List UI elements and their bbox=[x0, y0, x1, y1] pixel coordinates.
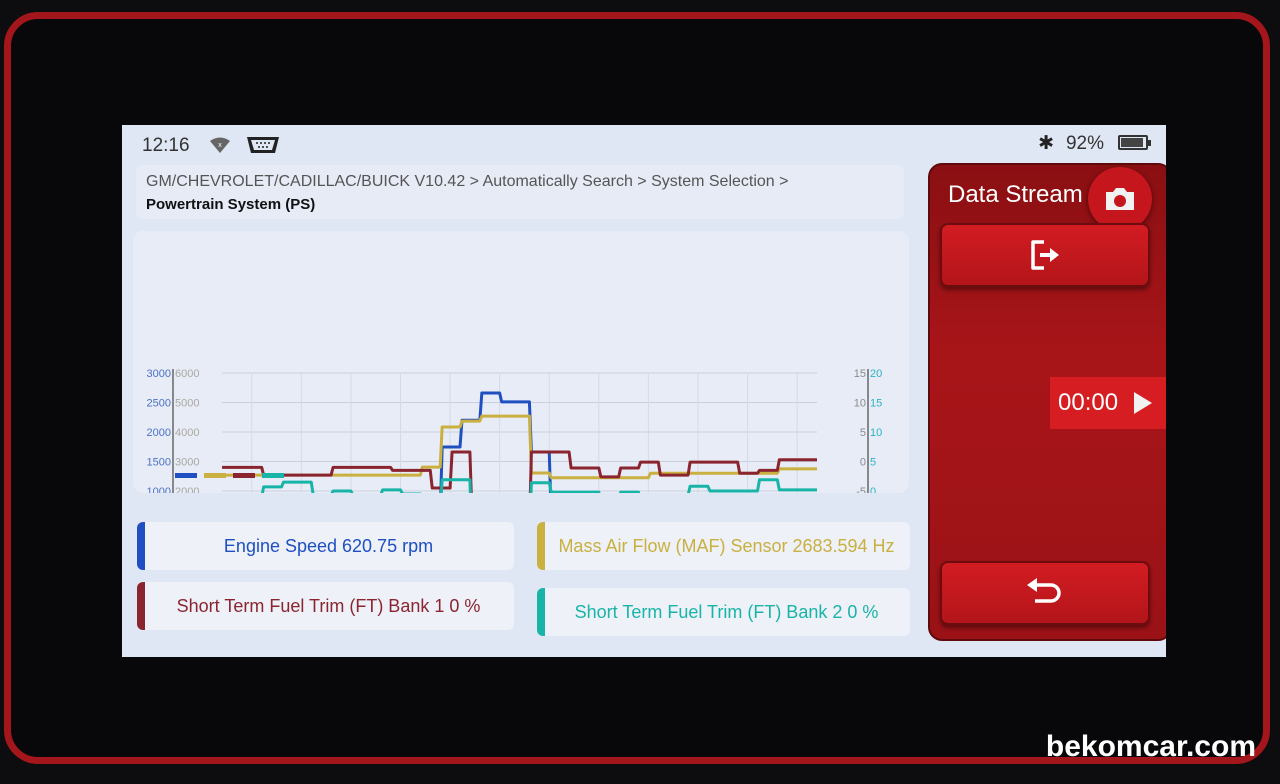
back-button[interactable] bbox=[940, 561, 1150, 625]
right-axis2-tick: 5 bbox=[870, 457, 876, 469]
left-axis-tick: 1000 bbox=[147, 486, 171, 493]
right-axis-tick: 15 bbox=[854, 368, 866, 380]
value-card-ft-bank2[interactable]: Short Term Fuel Trim (FT) Bank 2 0 % bbox=[537, 588, 910, 636]
right-axis-tick: 0 bbox=[860, 457, 866, 469]
value-card-engine-speed[interactable]: Engine Speed 620.75 rpm bbox=[137, 522, 514, 570]
value-label: Engine Speed 620.75 rpm bbox=[223, 535, 434, 556]
screenshot-button[interactable] bbox=[1088, 167, 1152, 231]
svg-text:x: x bbox=[218, 142, 222, 149]
right-axis-tick: -5 bbox=[856, 486, 866, 493]
chart-svg: 01:1001:1501:2001:2501:3001:3501:4001:45… bbox=[147, 368, 882, 493]
legend-swatch-2 bbox=[233, 473, 255, 478]
left-axis2-tick: 3000 bbox=[175, 457, 199, 469]
series-color-bar bbox=[137, 582, 145, 630]
value-label: Mass Air Flow (MAF) Sensor 2683.594 Hz bbox=[558, 535, 895, 556]
left-axis-tick: 2500 bbox=[147, 398, 171, 410]
breadcrumb-path[interactable]: GM/CHEVROLET/CADILLAC/BUICK V10.42 > Aut… bbox=[146, 173, 894, 191]
series-color-bar bbox=[537, 522, 545, 570]
wifi-off-icon: x bbox=[210, 137, 230, 153]
left-axis2-tick: 5000 bbox=[175, 398, 199, 410]
value-card-ft-bank1[interactable]: Short Term Fuel Trim (FT) Bank 1 0 % bbox=[137, 582, 514, 630]
left-axis-tick: 2000 bbox=[147, 427, 171, 439]
value-label: Short Term Fuel Trim (FT) Bank 1 0 % bbox=[176, 595, 481, 616]
legend-swatch-0 bbox=[175, 473, 197, 478]
watermark: bekomcar.com bbox=[1045, 730, 1256, 763]
camera-icon bbox=[1106, 188, 1134, 210]
legend-swatch-1 bbox=[204, 473, 226, 478]
left-axis-tick: 1500 bbox=[147, 457, 171, 469]
battery-level bbox=[1121, 138, 1144, 147]
data-stream-chart: 01:1001:1501:2001:2501:3001:3501:4001:45… bbox=[133, 231, 909, 493]
left-axis2-tick: 2000 bbox=[175, 486, 199, 493]
timer: 00:00 bbox=[1058, 389, 1119, 416]
left-axis2-tick: 6000 bbox=[175, 368, 199, 380]
right-axis2-tick: 10 bbox=[870, 427, 882, 439]
value-label: Short Term Fuel Trim (FT) Bank 2 0 % bbox=[574, 601, 879, 622]
series-color-bar bbox=[137, 522, 145, 570]
breadcrumb-current: Powertrain System (PS) bbox=[146, 196, 316, 213]
left-axis2-tick: 4000 bbox=[175, 427, 199, 439]
export-button[interactable] bbox=[940, 223, 1150, 287]
series-line-0 bbox=[439, 391, 552, 493]
playback-control[interactable]: 00:00 bbox=[1050, 377, 1166, 429]
right-axis2-tick: 0 bbox=[870, 486, 876, 493]
obd-connector-icon bbox=[247, 137, 279, 153]
side-panel: Data Stream 00:00 bbox=[928, 163, 1166, 641]
series-color-bar bbox=[537, 588, 545, 636]
right-axis-tick: 5 bbox=[860, 427, 866, 439]
legend-swatch-3 bbox=[262, 473, 284, 478]
bluetooth-icon: ✱ bbox=[1038, 133, 1054, 154]
battery-percent: 92% bbox=[1065, 133, 1104, 154]
play-icon[interactable] bbox=[1134, 392, 1153, 414]
screen: 12:16 x ✱ 92% GM/CHEVROLET/CADILLAC/BUIC… bbox=[122, 125, 1166, 657]
clock: 12:16 bbox=[142, 135, 190, 156]
right-axis2-tick: 20 bbox=[870, 368, 882, 380]
left-axis-tick: 3000 bbox=[147, 368, 171, 380]
panel-title: Data Stream bbox=[948, 181, 1083, 208]
right-axis2-tick: 15 bbox=[870, 398, 882, 410]
right-axis-tick: 10 bbox=[854, 398, 866, 410]
export-icon bbox=[1031, 240, 1059, 270]
back-icon bbox=[1027, 578, 1061, 603]
battery-icon bbox=[1118, 135, 1151, 150]
value-card-maf[interactable]: Mass Air Flow (MAF) Sensor 2683.594 Hz bbox=[537, 522, 910, 570]
series-line-1 bbox=[222, 414, 817, 480]
status-bar: 12:16 x ✱ 92% bbox=[122, 125, 1166, 163]
breadcrumb: GM/CHEVROLET/CADILLAC/BUICK V10.42 > Aut… bbox=[136, 165, 904, 219]
